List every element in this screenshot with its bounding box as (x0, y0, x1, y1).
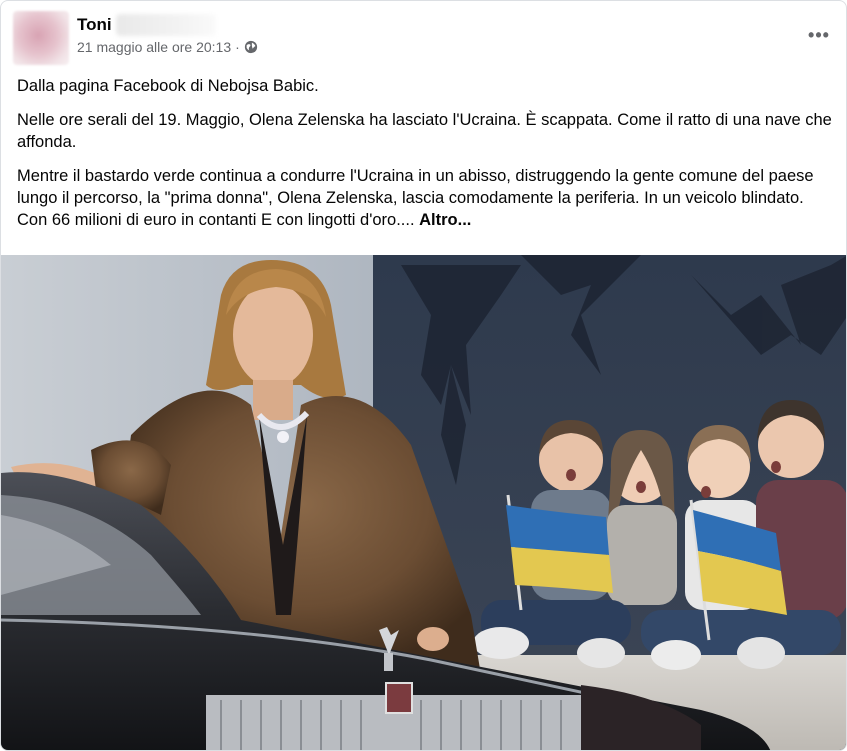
facebook-post: Toni 21 maggio alle ore 20:13 · ••• Dall… (0, 0, 847, 751)
globe-icon[interactable] (244, 40, 258, 54)
post-paragraph-2: Nelle ore serali del 19. Maggio, Olena Z… (17, 111, 832, 151)
blurred-surname (115, 14, 216, 36)
post-body: Dalla pagina Facebook di Nebojsa Babic. … (17, 75, 832, 243)
post-header: Toni 21 maggio alle ore 20:13 · ••• (13, 11, 834, 65)
post-paragraph-3-text: Mentre il bastardo verde continua a cond… (17, 167, 814, 229)
post-image (1, 255, 846, 750)
post-photo[interactable] (1, 255, 846, 750)
author-name-row: Toni (77, 13, 216, 37)
author-name[interactable]: Toni (77, 15, 112, 35)
more-options-button[interactable]: ••• (804, 23, 834, 47)
post-meta: 21 maggio alle ore 20:13 · (77, 39, 258, 55)
post-paragraph-1: Dalla pagina Facebook di Nebojsa Babic. (17, 77, 319, 95)
see-more-link[interactable]: Altro... (419, 211, 471, 229)
post-paragraph-3: Mentre il bastardo verde continua a cond… (17, 165, 832, 231)
author-avatar[interactable] (13, 11, 69, 65)
more-options-icon: ••• (808, 24, 830, 45)
post-date[interactable]: 21 maggio alle ore 20:13 (77, 39, 231, 55)
meta-separator: · (235, 39, 240, 55)
